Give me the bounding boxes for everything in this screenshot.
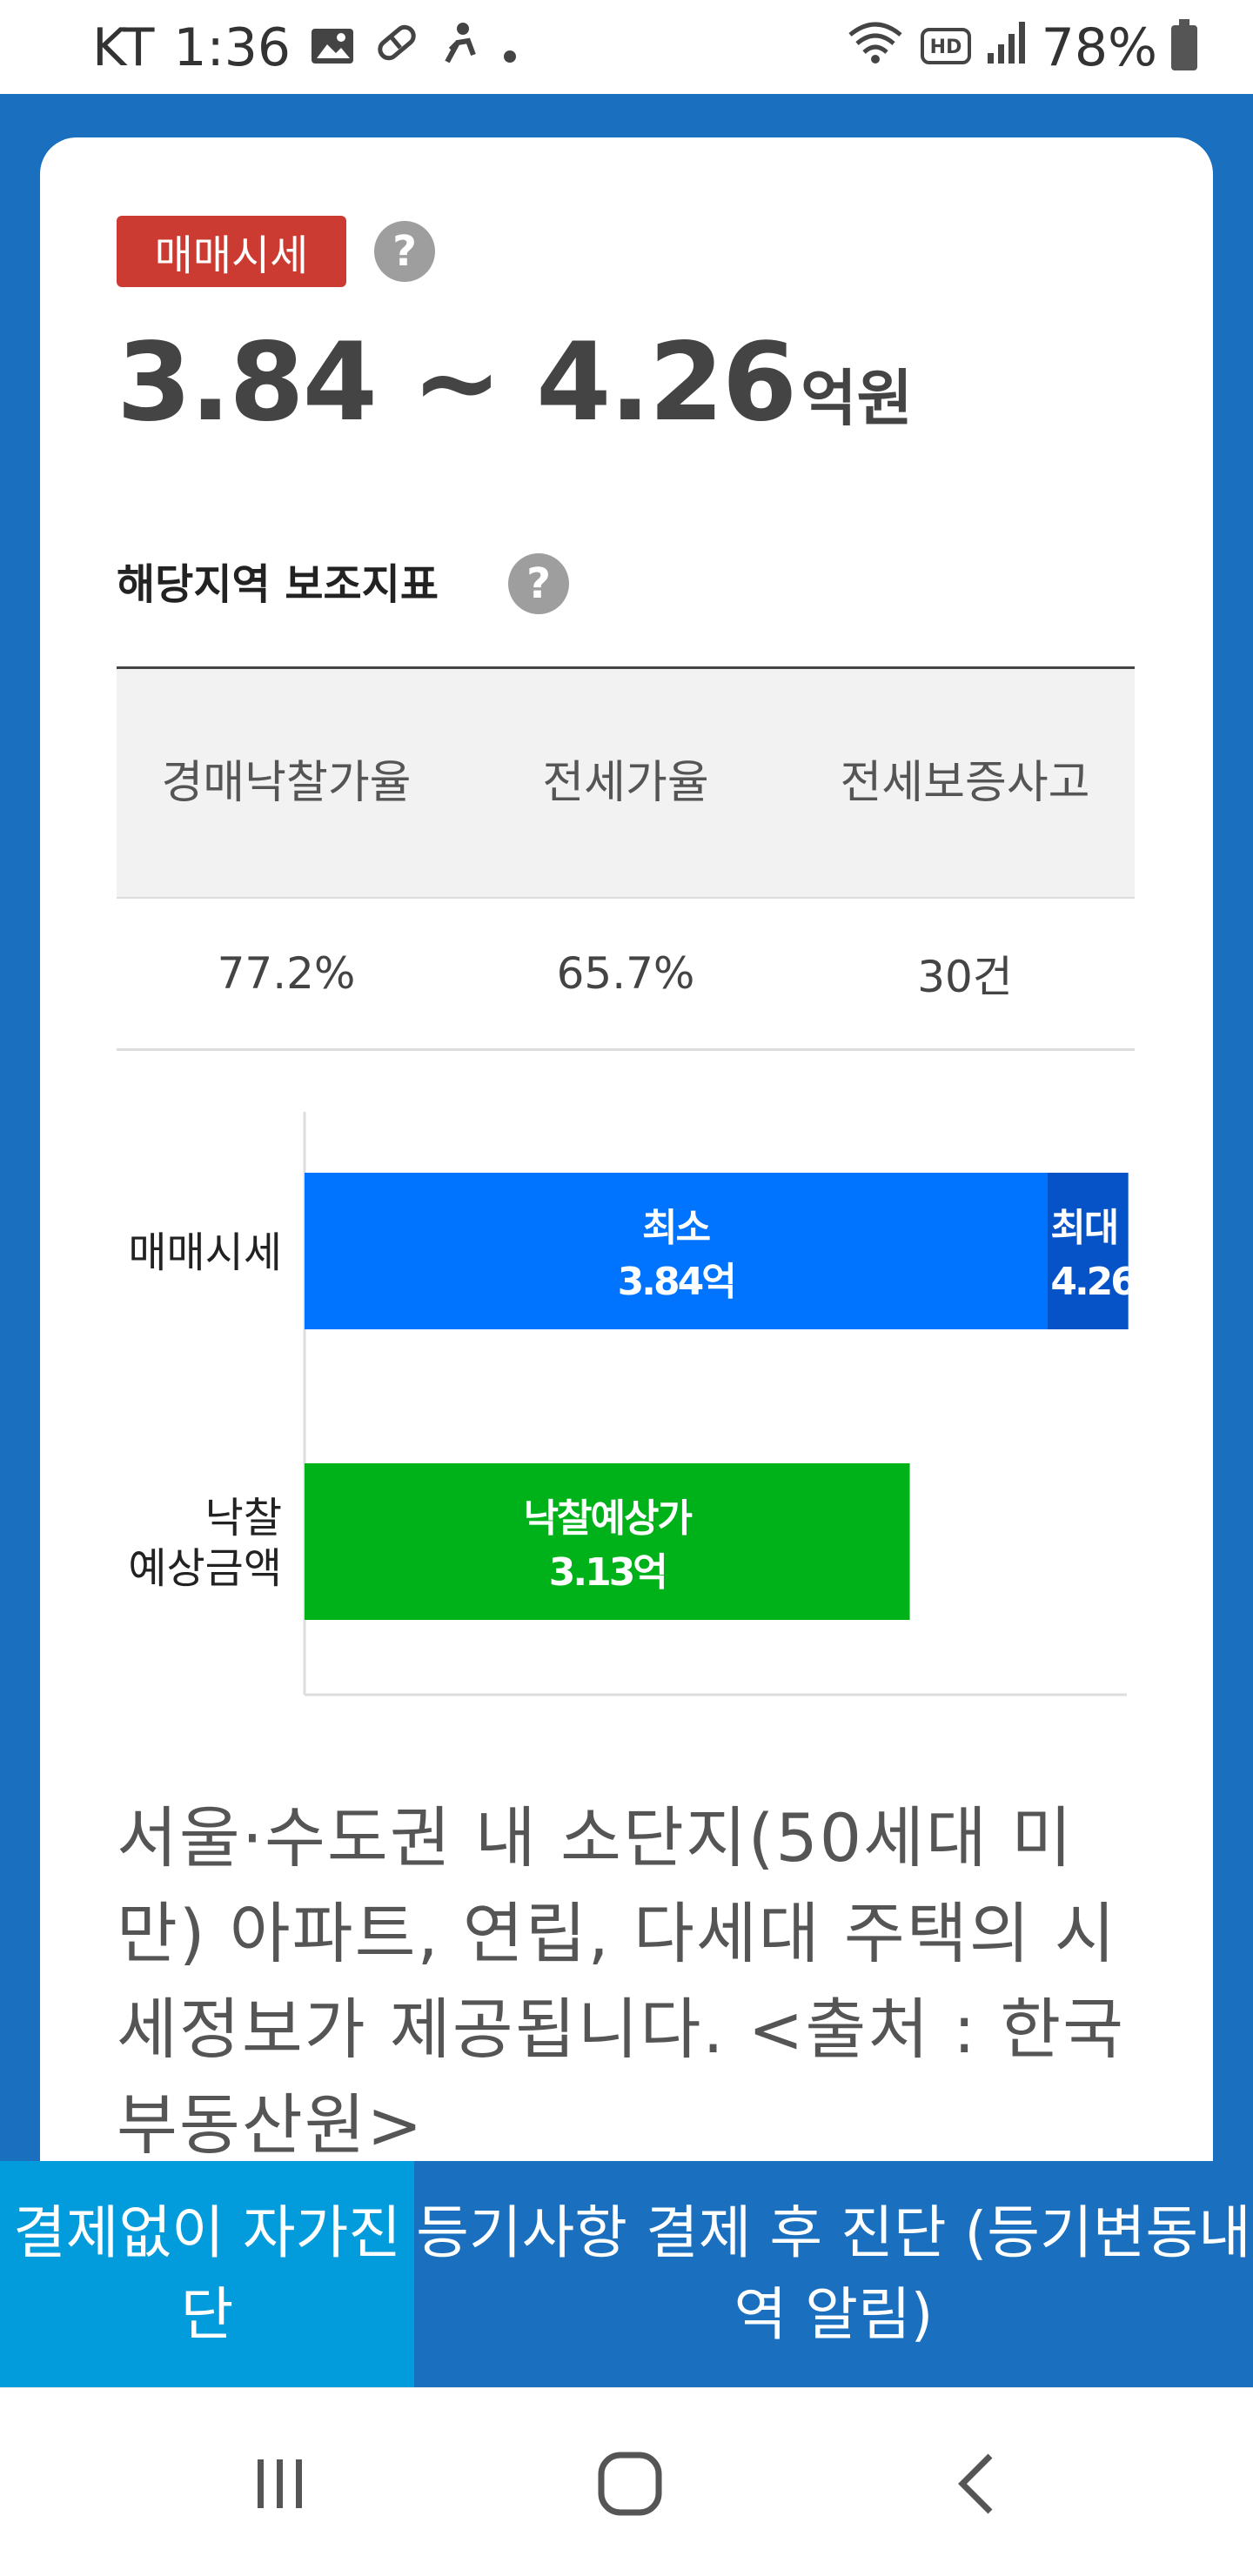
price-range-unit: 억원 (801, 363, 913, 434)
home-icon[interactable] (586, 2440, 673, 2527)
status-right: HD 78% (845, 17, 1197, 78)
indicators-title: 해당지역 보조지표 (117, 560, 439, 609)
pill-icon (374, 17, 419, 78)
price-badge: 매매시세 (117, 216, 346, 287)
carrier-label: KT (92, 17, 155, 78)
chart-bar-segment (1047, 1173, 1129, 1329)
indicators-table: 경매낙찰가율 전세가율 전세보증사고 77.2% 65.7% 30건 (117, 666, 1135, 1051)
value-jeonse-rate: 65.7% (556, 948, 695, 999)
description-text: 서울·수도권 내 소단지(50세대 미만) 아파트, 연립, 다세대 주택의 시… (117, 1799, 1126, 2161)
signal-icon (986, 17, 1028, 78)
status-left: KT 1:36 (92, 17, 519, 78)
chart-bar-segment (305, 1463, 910, 1620)
battery-percent: 78% (1041, 17, 1157, 78)
chart-data-label: 3.13억 (549, 1550, 666, 1595)
chart-category-label: 예상금액 (128, 1544, 282, 1593)
person-icon (439, 17, 482, 78)
battery-icon (1171, 19, 1197, 70)
price-range-value: 3.84 ~ 4.26 (117, 320, 797, 445)
price-card: 매매시세 ? 3.84 ~ 4.26 억원 해당지역 보조지표 ? 경매낙찰가율… (40, 137, 1213, 2161)
self-check-button[interactable]: 결제없이 자가진단 (0, 2161, 414, 2387)
chart-segment-label: 최소 (642, 1206, 709, 1250)
chart-category-label: 낙찰 (205, 1494, 282, 1542)
header-deposit-accidents: 전세보증사고 (840, 757, 1090, 809)
status-bar: KT 1:36 HD 78% (0, 0, 1253, 94)
hd-icon: HD (920, 17, 972, 78)
value-deposit-accidents: 30건 (917, 952, 1013, 1002)
wifi-icon (845, 17, 906, 79)
header-auction-rate: 경매낙찰가율 (161, 757, 412, 809)
dot-icon (501, 17, 519, 78)
chart-data-label: 4.26억 (1050, 1260, 1167, 1304)
chart-segment-label: 낙찰예상가 (524, 1496, 693, 1541)
indicators-value-row: 77.2% 65.7% 30건 (117, 899, 1135, 1051)
chart-segment-label: 최대 (1050, 1206, 1117, 1250)
help-icon[interactable]: ? (374, 221, 435, 282)
header-jeonse-rate: 전세가율 (542, 757, 709, 809)
indicators-header-row: 경매낙찰가율 전세가율 전세보증사고 (117, 666, 1135, 899)
price-range: 3.84 ~ 4.26 억원 (117, 320, 913, 445)
paid-check-button[interactable]: 등기사항 결제 후 진단 (등기변동내역 알림) (414, 2161, 1253, 2387)
image-icon (310, 17, 355, 78)
clock: 1:36 (173, 17, 291, 78)
value-auction-rate: 77.2% (217, 948, 356, 999)
back-icon[interactable] (936, 2440, 1023, 2527)
chart-data-label: 3.84억 (618, 1260, 734, 1304)
chart-bar-segment (305, 1173, 1048, 1329)
recent-apps-icon[interactable] (237, 2440, 324, 2527)
chart-category-label: 매매시세 (128, 1228, 282, 1277)
indicators-help-icon[interactable]: ? (508, 553, 569, 614)
navigation-bar (0, 2387, 1253, 2576)
svg-text:HD: HD (929, 37, 962, 58)
price-bar-chart: 매매시세 최소 3.84억 최대 4.26억낙찰예상금액 낙찰예상가 3.13억 (128, 1112, 1167, 1696)
